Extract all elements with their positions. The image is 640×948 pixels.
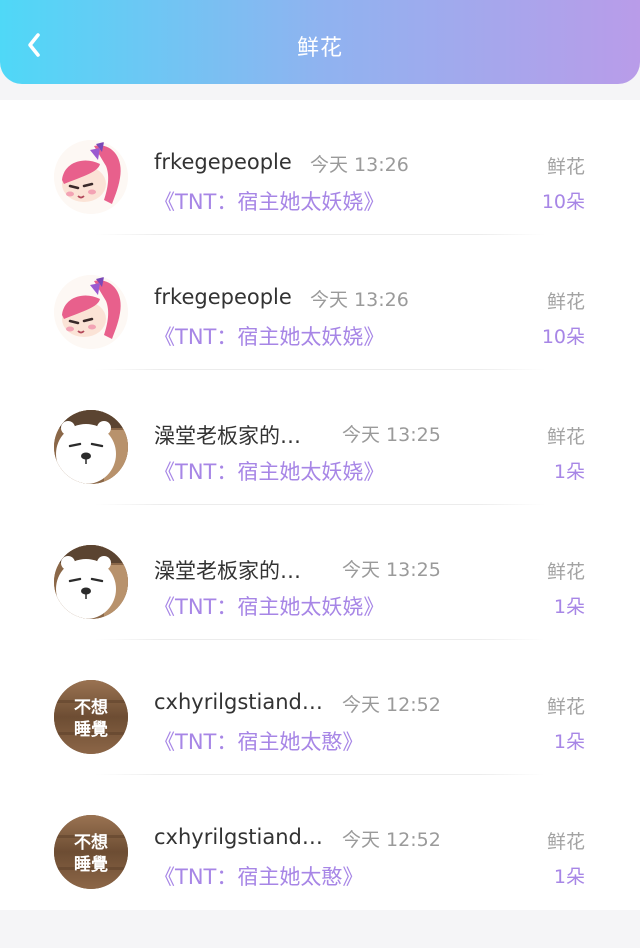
avatar-text-line-2: 睡覺: [74, 854, 108, 875]
book-title-link[interactable]: 《TNT：宿主她太妖娆》: [154, 186, 384, 216]
list-item[interactable]: frkegepeople 今天 13:26 《TNT：宿主她太妖娆》 鲜花 10…: [0, 235, 640, 370]
anime-girl-avatar-image: [54, 140, 128, 214]
top-bar: 鲜花: [0, 0, 640, 84]
gift-quantity: 1朵: [553, 461, 585, 483]
timestamp: 今天 13:26: [310, 154, 409, 176]
user-name: frkegepeople: [154, 150, 292, 174]
timestamp: 今天 13:26: [310, 289, 409, 311]
user-name: frkegepeople: [154, 285, 292, 309]
timestamp: 今天 13:25: [342, 424, 441, 446]
list-item[interactable]: frkegepeople 今天 13:26 《TNT：宿主她太妖娆》 鲜花 10…: [0, 100, 640, 235]
gift-quantity: 10朵: [541, 326, 585, 348]
gift-quantity: 1朵: [553, 731, 585, 753]
book-title-link[interactable]: 《TNT：宿主她太妖娆》: [154, 321, 384, 351]
gift-type-label: 鲜花: [546, 696, 585, 718]
text-badge-avatar-image: 不想 睡覺: [54, 815, 128, 889]
gift-type-label: 鲜花: [546, 156, 585, 178]
book-title-link[interactable]: 《TNT：宿主她太憨》: [154, 861, 363, 891]
avatar-text-line-2: 睡覺: [74, 719, 108, 740]
avatar[interactable]: 不想 睡覺: [54, 680, 128, 754]
avatar[interactable]: 不想 睡覺: [54, 815, 128, 889]
timestamp: 今天 12:52: [342, 829, 441, 851]
timestamp: 今天 13:25: [342, 559, 441, 581]
list-item[interactable]: 不想 睡覺 cxhyrilgstiand… 今天 12:52 《TNT：宿主她太…: [0, 775, 640, 910]
list-item[interactable]: 不想 睡覺 cxhyrilgstiand… 今天 12:52 《TNT：宿主她太…: [0, 640, 640, 775]
gift-quantity: 1朵: [553, 866, 585, 888]
page-title: 鲜花: [296, 36, 343, 61]
avatar-text-line-1: 不想: [74, 697, 108, 718]
text-badge-avatar-image: 不想 睡覺: [54, 680, 128, 754]
user-name: 澡堂老板家的…: [154, 424, 301, 448]
gift-type-label: 鲜花: [546, 426, 585, 448]
user-name: cxhyrilgstiand…: [154, 690, 323, 714]
list-item[interactable]: 澡堂老板家的… 今天 13:25 《TNT：宿主她太妖娆》 鲜花 1朵: [0, 505, 640, 640]
user-name: 澡堂老板家的…: [154, 559, 301, 583]
gift-type-label: 鲜花: [546, 831, 585, 853]
avatar[interactable]: [54, 140, 128, 214]
polar-bear-avatar-image: [54, 410, 128, 484]
avatar[interactable]: [54, 545, 128, 619]
gift-record-list: frkegepeople 今天 13:26 《TNT：宿主她太妖娆》 鲜花 10…: [0, 100, 640, 910]
gift-type-label: 鲜花: [546, 291, 585, 313]
gift-type-label: 鲜花: [546, 561, 585, 583]
user-name: cxhyrilgstiand…: [154, 825, 323, 849]
avatar-text-line-1: 不想: [74, 832, 108, 853]
list-item[interactable]: 澡堂老板家的… 今天 13:25 《TNT：宿主她太妖娆》 鲜花 1朵: [0, 370, 640, 505]
gift-quantity: 1朵: [553, 596, 585, 618]
polar-bear-avatar-image: [54, 545, 128, 619]
book-title-link[interactable]: 《TNT：宿主她太妖娆》: [154, 591, 384, 621]
avatar[interactable]: [54, 410, 128, 484]
book-title-link[interactable]: 《TNT：宿主她太妖娆》: [154, 456, 384, 486]
timestamp: 今天 12:52: [342, 694, 441, 716]
book-title-link[interactable]: 《TNT：宿主她太憨》: [154, 726, 363, 756]
gift-quantity: 10朵: [541, 191, 585, 213]
avatar[interactable]: [54, 275, 128, 349]
anime-girl-avatar-image: [54, 275, 128, 349]
